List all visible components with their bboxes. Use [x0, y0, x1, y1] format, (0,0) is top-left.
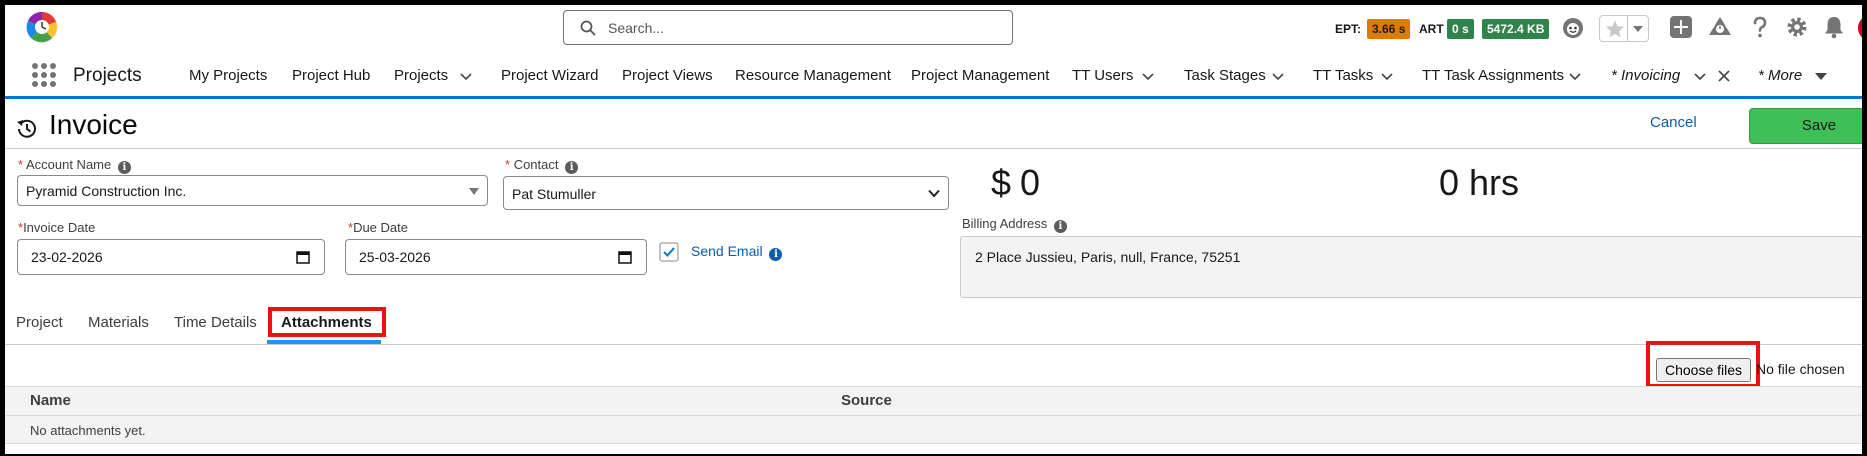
header-divider — [5, 148, 1862, 149]
chevron-down-icon[interactable] — [1140, 68, 1156, 84]
art-value-badge: 0 s — [1447, 19, 1474, 39]
no-file-chosen-text: No file chosen — [1756, 361, 1845, 377]
close-tab-icon[interactable] — [1716, 68, 1732, 84]
invoice-date-value: 23-02-2026 — [31, 249, 103, 265]
contact-label: * Contact i — [505, 157, 579, 174]
send-email-checkbox[interactable] — [659, 242, 679, 262]
chevron-down-icon — [928, 189, 940, 198]
account-name-combobox[interactable]: Pyramid Construction Inc. — [17, 175, 488, 206]
page-title: Invoice — [49, 109, 138, 140]
billing-address-label-text: Billing Address — [962, 216, 1048, 231]
nav-item-resource-management[interactable]: Resource Management — [735, 67, 891, 84]
account-name-label-text: Account Name — [25, 157, 112, 172]
app-launcher-icon[interactable] — [31, 62, 57, 88]
astro-icon[interactable] — [1561, 15, 1585, 39]
nav-item-projects[interactable]: Projects — [394, 67, 448, 84]
nav-item-more[interactable]: * More — [1758, 67, 1802, 84]
highlight-box-attachments-tab — [268, 307, 386, 337]
cancel-button[interactable]: Cancel — [1650, 114, 1697, 131]
empty-state-text: No attachments yet. — [30, 423, 146, 438]
favorites-divider — [1627, 16, 1628, 41]
send-email-label-text: Send Email — [691, 243, 763, 259]
tab-project[interactable]: Project — [16, 314, 63, 331]
contact-label-text: Contact — [513, 157, 559, 172]
send-email-label: Send Email i — [691, 243, 783, 261]
save-button[interactable]: Save — [1749, 108, 1862, 144]
column-header-source[interactable]: Source — [841, 392, 892, 409]
due-date-input[interactable]: 25-03-2026 — [345, 239, 647, 275]
chevron-down-icon[interactable] — [1567, 68, 1583, 84]
search-icon — [580, 20, 596, 36]
nav-item-tt-task-assignments[interactable]: TT Task Assignments — [1422, 67, 1564, 84]
info-icon: i — [565, 161, 579, 174]
nav-item-project-management[interactable]: Project Management — [911, 67, 1049, 84]
amount-total: 0 — [1020, 162, 1041, 203]
chevron-down-icon[interactable] — [1270, 68, 1286, 84]
calendar-icon[interactable] — [296, 250, 310, 264]
column-header-name[interactable]: Name — [30, 392, 71, 409]
info-icon: i — [117, 161, 131, 174]
caret-down-icon[interactable] — [1813, 68, 1829, 84]
nav-item-project-views[interactable]: Project Views — [622, 67, 713, 84]
attachments-empty-row — [5, 416, 1862, 444]
chevron-down-icon[interactable] — [458, 68, 474, 84]
invoice-date-label-text: Invoice Date — [23, 220, 96, 235]
history-icon — [17, 119, 36, 138]
global-search-box[interactable]: Search... — [563, 10, 1013, 45]
required-marker: * — [505, 157, 511, 172]
chevron-down-icon[interactable] — [1692, 68, 1708, 84]
nav-item-invoicing[interactable]: * Invoicing — [1611, 67, 1680, 84]
due-date-value: 25-03-2026 — [359, 249, 431, 265]
calendar-icon[interactable] — [618, 250, 632, 264]
billing-address-label: Billing Address i — [962, 216, 1067, 233]
info-icon: i — [769, 248, 783, 261]
tabs-divider — [5, 344, 1862, 345]
dropdown-caret-icon — [469, 188, 479, 195]
trailhead-icon[interactable] — [1708, 15, 1732, 39]
notifications-bell-icon[interactable] — [1822, 15, 1846, 39]
ept-value-badge: 3.66 s — [1367, 19, 1411, 39]
invoice-date-label: *Invoice Date — [18, 220, 95, 235]
nav-item-tt-users[interactable]: TT Users — [1072, 67, 1133, 84]
setup-gear-icon[interactable] — [1785, 15, 1809, 39]
help-icon[interactable] — [1748, 15, 1772, 39]
favorites-control — [1599, 15, 1649, 42]
highlight-box-choose-files — [1646, 341, 1760, 388]
nav-active-underline — [5, 96, 1862, 99]
due-date-label: *Due Date — [348, 220, 408, 235]
ept-label: EPT: — [1335, 22, 1362, 36]
due-date-label-text: Due Date — [353, 220, 408, 235]
hours-total: 0 hrs — [1439, 162, 1520, 203]
tab-time-details[interactable]: Time Details — [174, 314, 257, 331]
page-size-badge: 5472.4 KB — [1482, 19, 1550, 39]
nav-item-task-stages[interactable]: Task Stages — [1184, 67, 1266, 84]
contact-select[interactable]: Pat Stumuller — [503, 176, 949, 210]
global-actions-plus-icon[interactable] — [1669, 15, 1693, 39]
billing-address-value: 2 Place Jussieu, Paris, null, France, 75… — [975, 249, 1241, 265]
nav-item-tt-tasks[interactable]: TT Tasks — [1313, 67, 1373, 84]
app-window: Search... EPT: 3.66 s ART 0 s 5472.4 KB — [0, 0, 1867, 456]
required-marker: * — [18, 157, 24, 172]
nav-item-project-hub[interactable]: Project Hub — [292, 67, 370, 84]
favorite-star-icon[interactable] — [1605, 19, 1625, 39]
favorite-dropdown-icon[interactable] — [1631, 23, 1645, 35]
billing-address-field: 2 Place Jussieu, Paris, null, France, 75… — [960, 236, 1862, 298]
nav-item-my-projects[interactable]: My Projects — [189, 67, 267, 84]
search-placeholder: Search... — [608, 20, 665, 36]
invoice-date-input[interactable]: 23-02-2026 — [17, 239, 325, 275]
tab-materials[interactable]: Materials — [88, 314, 149, 331]
active-tab-underline — [267, 340, 381, 344]
nav-item-project-wizard[interactable]: Project Wizard — [501, 67, 599, 84]
app-name: Projects — [73, 65, 142, 86]
art-label: ART — [1419, 22, 1444, 36]
info-icon: i — [1053, 220, 1067, 233]
user-avatar[interactable] — [1858, 15, 1862, 41]
amount-currency: $ — [991, 162, 1012, 203]
account-name-label: * Account Name i — [18, 157, 131, 174]
chevron-down-icon[interactable] — [1379, 68, 1395, 84]
company-logo[interactable] — [17, 9, 67, 45]
account-name-value: Pyramid Construction Inc. — [26, 183, 187, 199]
contact-value: Pat Stumuller — [512, 186, 597, 202]
attachments-table-header — [5, 386, 1862, 416]
